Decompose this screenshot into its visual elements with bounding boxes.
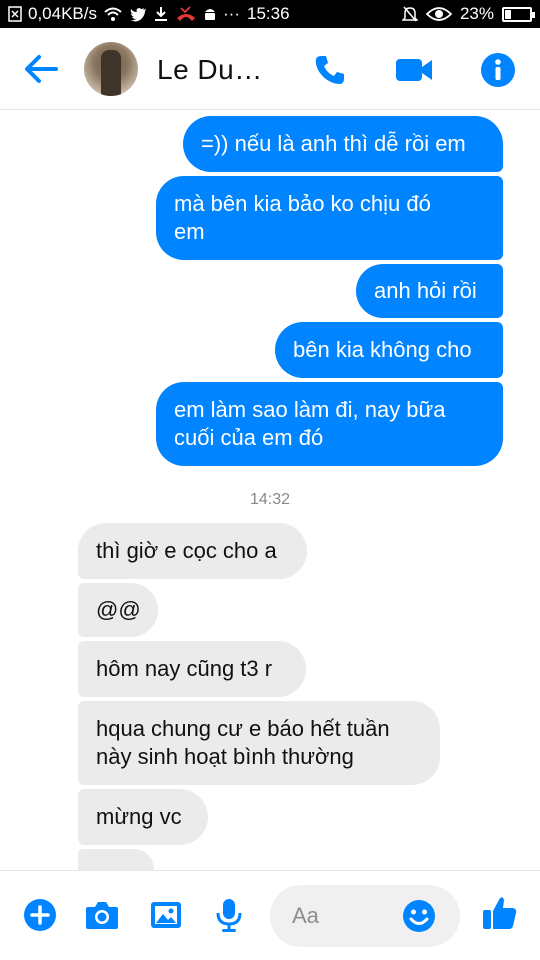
message-text: =)) nếu là anh thì dễ rồi em — [201, 131, 466, 156]
message-bubble-incoming[interactable] — [78, 849, 154, 870]
plus-circle-icon — [24, 899, 56, 931]
contact-name[interactable]: Le Du… — [157, 54, 263, 86]
gallery-button[interactable] — [148, 897, 184, 933]
twitter-icon — [129, 4, 147, 24]
microphone-icon — [216, 899, 242, 932]
network-speed: 0,04KB/s — [28, 4, 97, 23]
call-button[interactable] — [310, 50, 350, 90]
message-bubble-incoming[interactable]: thì giờ e cọc cho a — [78, 523, 307, 579]
message-text: hôm nay cũng t3 r — [96, 656, 273, 681]
message-input-container[interactable] — [270, 885, 460, 947]
message-text: anh hỏi rồi — [374, 278, 477, 303]
message-text: em — [174, 219, 205, 244]
message-bubble-outgoing[interactable]: em làm sao làm đi, nay bữa cuối của em đ… — [156, 382, 503, 466]
avatar[interactable] — [84, 42, 138, 96]
message-bubble-incoming[interactable]: hqua chung cư e báo hết tuần này sinh ho… — [78, 701, 440, 785]
message-bubble-incoming[interactable]: mừng vc — [78, 789, 208, 845]
message-composer — [0, 870, 540, 960]
phone-icon — [315, 56, 344, 84]
image-icon — [151, 902, 181, 928]
message-text: mừng vc — [96, 804, 182, 829]
camera-icon — [86, 902, 118, 929]
message-input[interactable] — [292, 899, 402, 933]
more-actions-button[interactable] — [22, 897, 58, 933]
video-camera-icon — [396, 59, 432, 81]
notification-x-icon — [8, 4, 22, 24]
message-text: em làm sao làm đi, nay bữa — [174, 397, 446, 422]
conversation-header: Le Du… — [0, 28, 540, 110]
battery-icon — [502, 6, 535, 22]
timestamp: 14:32 — [249, 491, 291, 508]
status-bar: 0,04KB/s ··· 15:36 23% — [0, 0, 540, 28]
message-text: @@ — [96, 597, 141, 622]
camera-button[interactable] — [84, 897, 120, 933]
download-icon — [153, 4, 169, 24]
wifi-icon — [103, 4, 123, 24]
message-bubble-incoming[interactable]: hôm nay cũng t3 r — [78, 641, 306, 697]
back-arrow-icon[interactable] — [22, 52, 60, 86]
eye-icon — [425, 4, 452, 24]
message-bubble-outgoing[interactable]: mà bên kia bảo ko chịu đó em — [156, 176, 503, 260]
message-text: bên kia không cho — [293, 337, 472, 362]
message-bubble-outgoing[interactable]: bên kia không cho — [275, 322, 503, 378]
message-text: mà bên kia bảo ko chịu đó — [174, 191, 431, 216]
battery-fill — [505, 9, 511, 19]
android-icon — [203, 4, 217, 24]
video-call-button[interactable] — [394, 50, 434, 90]
message-text: thì giờ e cọc cho a — [96, 538, 277, 563]
emoji-button[interactable] — [402, 899, 436, 933]
message-text: này sinh hoạt bình thường — [96, 744, 354, 769]
message-bubble-incoming[interactable]: @@ — [78, 583, 158, 637]
info-button[interactable] — [478, 50, 518, 90]
smiley-icon — [403, 900, 435, 932]
message-text: hqua chung cư e báo hết tuần — [96, 716, 390, 741]
message-list[interactable]: =)) nếu là anh thì dễ rồi em mà bên kia … — [0, 111, 540, 870]
missed-call-icon — [175, 4, 197, 24]
voice-message-button[interactable] — [211, 897, 247, 933]
message-bubble-outgoing[interactable]: =)) nếu là anh thì dễ rồi em — [183, 116, 503, 172]
info-icon — [481, 53, 515, 87]
message-text: cuối của em đó — [174, 425, 324, 450]
clock: 15:36 — [247, 4, 290, 23]
message-bubble-outgoing[interactable]: anh hỏi rồi — [356, 264, 503, 318]
thumbs-up-icon — [483, 897, 517, 929]
more-dots-icon: ··· — [223, 4, 240, 23]
battery-percent: 23% — [459, 4, 494, 23]
like-button[interactable] — [480, 893, 520, 933]
silent-bell-icon — [401, 4, 418, 24]
